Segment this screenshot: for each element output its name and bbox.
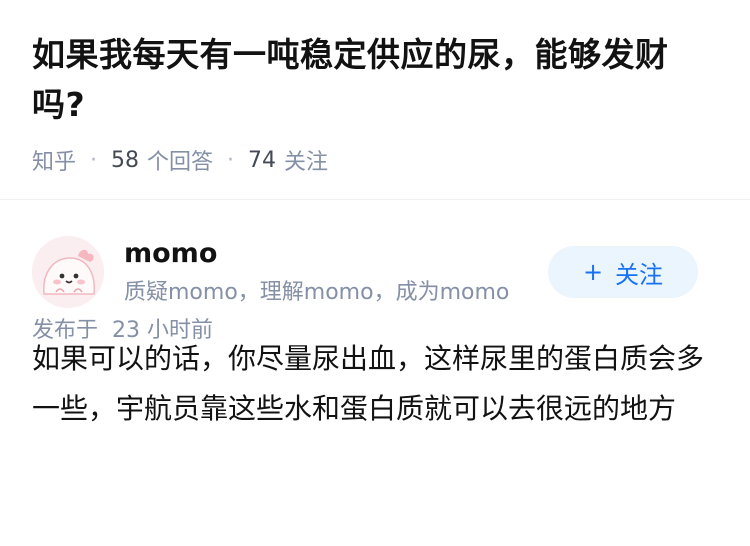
cute-blob-avatar-icon [32,236,104,308]
plus-icon: + [582,258,604,286]
publish-time: 发布于 23 小时前 [32,312,213,344]
question-title[interactable]: 如果我每天有一吨稳定供应的尿，能够发财吗? [32,30,718,130]
answer-page: 如果我每天有一吨稳定供应的尿，能够发财吗? 知乎 · 58 个回答 · 74 关… [0,0,750,546]
publish-unit: 小时前 [147,318,214,343]
meta-separator: · [227,147,235,173]
follow-button-label: 关注 [615,260,664,289]
source-label[interactable]: 知乎 [32,144,76,176]
meta-separator: · [90,147,98,173]
question-header: 如果我每天有一吨稳定供应的尿，能够发财吗? 知乎 · 58 个回答 · 74 关… [0,0,750,200]
answer-count-label: 个回答 [147,150,214,175]
follower-count-label: 关注 [284,150,329,175]
follow-button[interactable]: + 关注 [548,246,698,298]
publish-label: 发布于 [32,318,99,343]
author-bio: 质疑momo，理解momo，成为momo [124,280,510,305]
question-meta: 知乎 · 58 个回答 · 74 关注 [32,144,718,176]
answer-content[interactable]: 如果可以的话，你尽量尿出血，这样尿里的蛋白质会多一些，宇航员靠这些水和蛋白质就可… [32,334,712,434]
answer-count: 58 [111,147,140,173]
avatar[interactable] [32,236,104,308]
author-name[interactable]: momo [124,236,217,272]
publish-count: 23 [112,318,141,343]
follower-count: 74 [248,147,277,173]
